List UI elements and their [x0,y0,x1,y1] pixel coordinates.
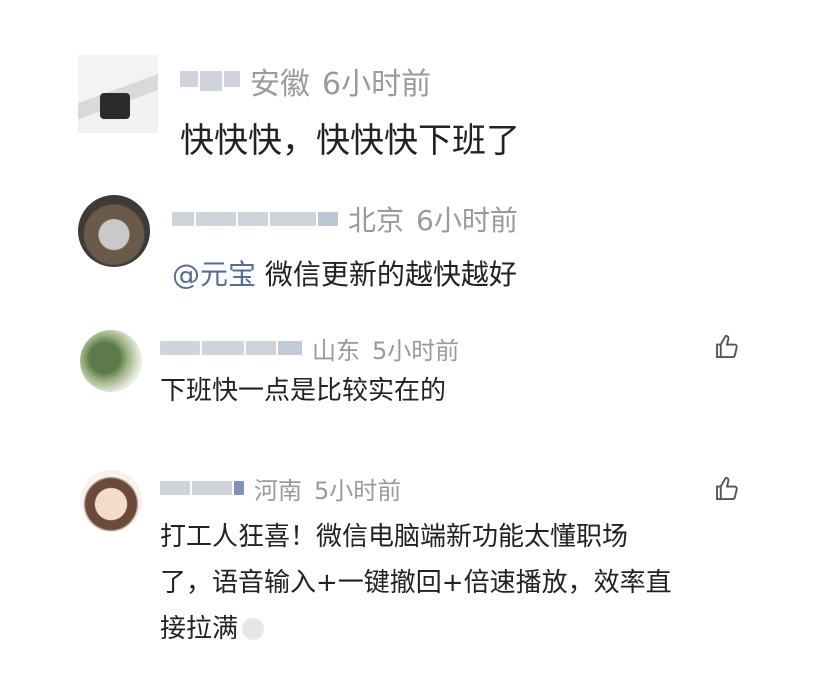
thumbs-up-icon[interactable] [712,474,742,504]
comment-meta: 山东 5小时前 [160,332,460,365]
avatar[interactable] [80,470,142,532]
thumbs-up-icon[interactable] [712,332,742,362]
emoji-icon [242,618,265,640]
username-blurred[interactable] [160,481,244,495]
username-blurred[interactable] [172,212,338,226]
comment-item: 北京 6小时前 @元宝 微信更新的越快越好 [0,195,830,305]
timestamp: 6小时前 [416,204,518,237]
username-blurred[interactable] [180,71,240,91]
region: 北京 [348,204,405,237]
region: 山东 [312,336,360,365]
comment-meta: 北京 6小时前 [172,201,518,237]
region: 安徽 [250,67,310,102]
comment-meta: 河南 5小时前 [160,472,402,505]
avatar[interactable] [78,55,158,133]
comment-text-line-last: 接拉满 [160,608,265,645]
username-blurred[interactable] [160,341,302,355]
comment-text: @元宝 微信更新的越快越好 [172,253,517,293]
avatar[interactable] [78,195,150,267]
mention-link[interactable]: @元宝 [172,258,256,291]
comment-item: 安徽 6小时前 快快快，快快快下班了 [0,55,830,165]
comment-text-line: 了，语音输入+一键撤回+倍速播放，效率直 [160,568,672,598]
avatar[interactable] [80,330,142,392]
comment-text-end: 接拉满 [160,614,239,644]
comment-item: 山东 5小时前 下班快一点是比较实在的 [0,330,830,430]
comment-meta: 安徽 6小时前 [180,61,432,102]
comment-text: 下班快一点是比较实在的 [160,376,447,406]
comment-body: 微信更新的越快越好 [264,258,517,291]
region: 河南 [254,476,302,505]
timestamp: 5小时前 [372,336,460,365]
timestamp: 5小时前 [314,476,402,505]
comment-item: 河南 5小时前 打工人狂喜！微信电脑端新功能太懂职场 了，语音输入+一键撤回+倍… [0,470,830,660]
comment-text-line: 打工人狂喜！微信电脑端新功能太懂职场 [160,522,629,552]
timestamp: 6小时前 [322,67,432,102]
comment-text: 快快快，快快快下班了 [180,121,520,161]
